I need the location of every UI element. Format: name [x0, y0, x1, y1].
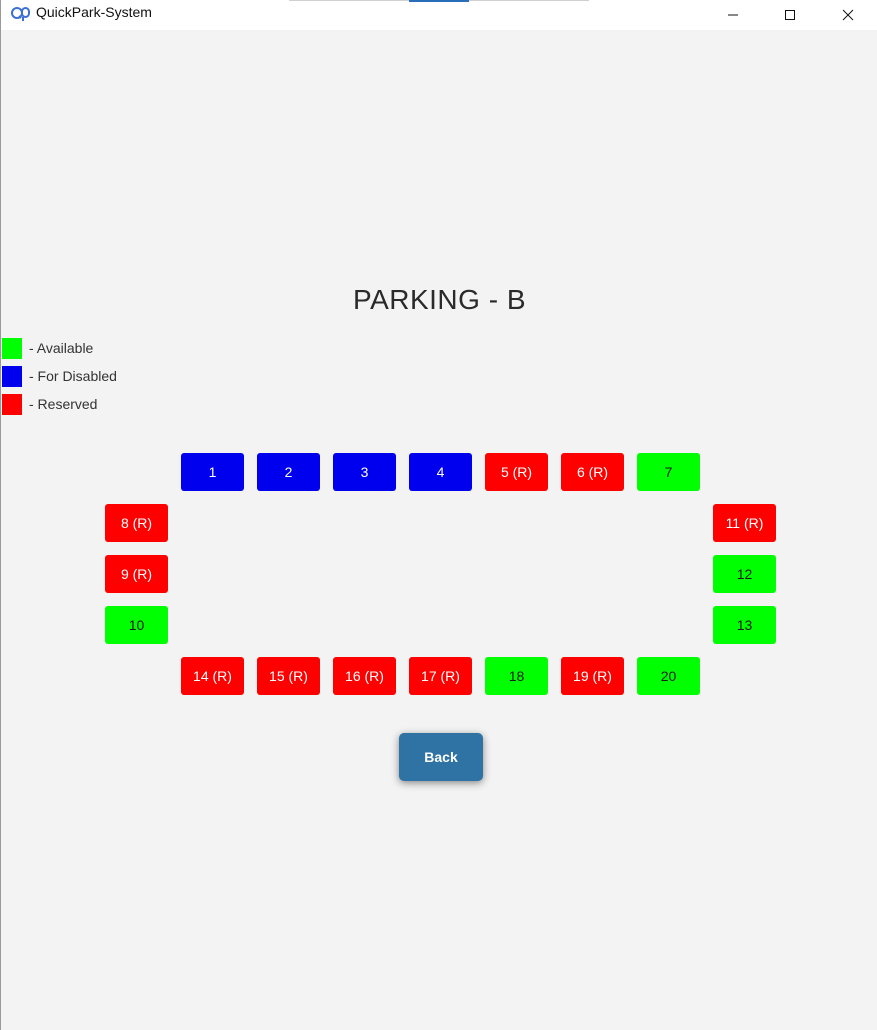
parking-spot-11[interactable]: 11 (R)	[713, 504, 776, 542]
title-bar: QuickPark-System	[1, 0, 877, 30]
parking-spot-6[interactable]: 6 (R)	[561, 453, 624, 491]
legend-label-disabled: - For Disabled	[29, 368, 117, 384]
page-title: PARKING - B	[352, 284, 526, 315]
parking-spot-8[interactable]: 8 (R)	[105, 504, 168, 542]
parking-spot-18[interactable]: 18	[485, 657, 548, 695]
app-window: QuickPark-System PARKING - B - Available…	[0, 0, 877, 1030]
parking-spot-15[interactable]: 15 (R)	[257, 657, 320, 695]
parking-spot-14[interactable]: 14 (R)	[181, 657, 244, 695]
parking-spot-2[interactable]: 2	[257, 453, 320, 491]
minimize-icon	[728, 14, 738, 16]
legend-item-available: - Available	[2, 337, 93, 359]
close-button[interactable]	[819, 0, 877, 30]
parking-spot-5[interactable]: 5 (R)	[485, 453, 548, 491]
legend-item-disabled: - For Disabled	[2, 365, 117, 387]
parking-spot-3[interactable]: 3	[333, 453, 396, 491]
parking-spot-4[interactable]: 4	[409, 453, 472, 491]
legend-swatch-disabled	[2, 365, 22, 387]
parking-spot-19[interactable]: 19 (R)	[561, 657, 624, 695]
maximize-button[interactable]	[761, 0, 819, 30]
legend-label-available: - Available	[29, 340, 94, 356]
parking-spot-17[interactable]: 17 (R)	[409, 657, 472, 695]
parking-spot-20[interactable]: 20	[637, 657, 700, 695]
minimize-button[interactable]	[704, 0, 762, 30]
legend-label-reserved: - Reserved	[29, 396, 98, 412]
parking-spot-7[interactable]: 7	[637, 453, 700, 491]
back-button[interactable]: Back	[399, 733, 483, 781]
parking-spot-13[interactable]: 13	[713, 606, 776, 644]
legend-swatch-reserved	[2, 393, 22, 415]
parking-spot-10[interactable]: 10	[105, 606, 168, 644]
parking-spot-9[interactable]: 9 (R)	[105, 555, 168, 593]
close-icon	[842, 9, 854, 21]
parking-spot-16[interactable]: 16 (R)	[333, 657, 396, 695]
window-title: QuickPark-System	[36, 4, 152, 20]
legend-item-reserved: - Reserved	[2, 393, 97, 415]
parking-spot-1[interactable]: 1	[181, 453, 244, 491]
parking-spot-12[interactable]: 12	[713, 555, 776, 593]
maximize-icon	[785, 10, 795, 20]
top-tab-indicator	[409, 0, 469, 2]
legend-swatch-available	[2, 337, 22, 359]
app-logo-icon	[11, 7, 30, 21]
